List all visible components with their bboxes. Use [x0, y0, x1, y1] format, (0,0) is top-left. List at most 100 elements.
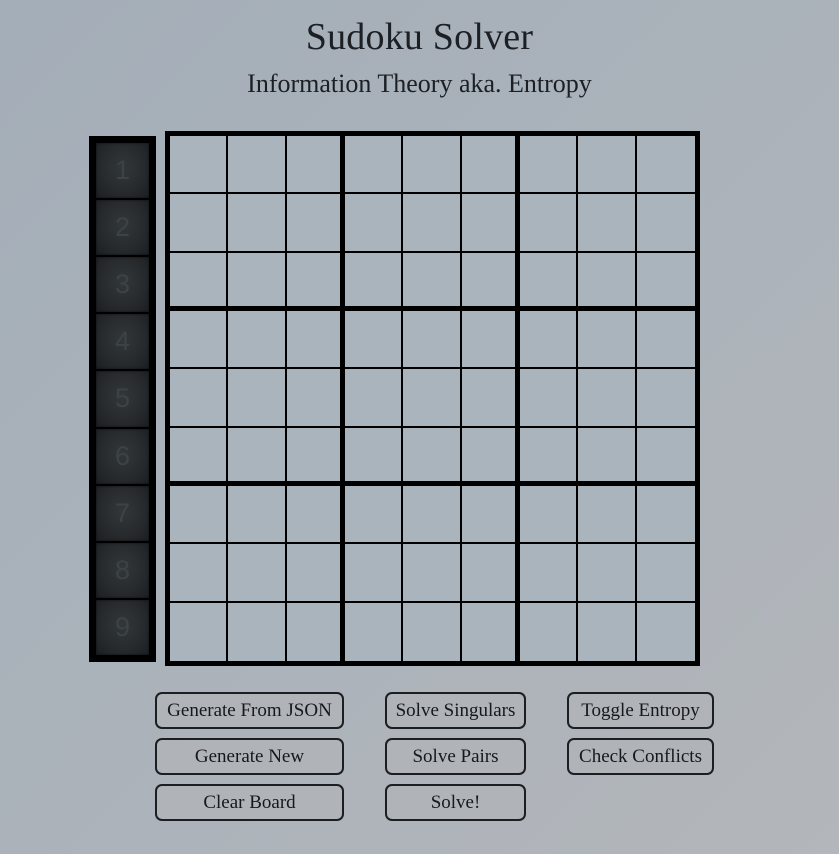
- digit-palette[interactable]: 123456789: [89, 136, 156, 662]
- board-cell[interactable]: [519, 310, 579, 370]
- board-cell[interactable]: [578, 602, 637, 661]
- board-cell[interactable]: [344, 136, 404, 195]
- board-cell[interactable]: [403, 252, 462, 311]
- board-cell[interactable]: [519, 602, 579, 661]
- generate-from-json-button[interactable]: Generate From JSON: [155, 692, 344, 729]
- board-cell[interactable]: [403, 485, 462, 545]
- board-cell[interactable]: [286, 194, 345, 253]
- board-cell[interactable]: [519, 252, 579, 311]
- board-cell[interactable]: [403, 310, 462, 370]
- board-cell[interactable]: [636, 310, 695, 370]
- board-cell[interactable]: [170, 602, 229, 661]
- board-cell[interactable]: [170, 194, 229, 253]
- board-cell[interactable]: [286, 602, 345, 661]
- board-cell[interactable]: [344, 310, 404, 370]
- digit-palette-cell-8[interactable]: 8: [96, 542, 149, 598]
- board-cell[interactable]: [578, 427, 637, 486]
- board-cell[interactable]: [286, 310, 345, 370]
- board-cell[interactable]: [344, 194, 404, 253]
- board-cell[interactable]: [461, 194, 520, 253]
- board-cell[interactable]: [228, 252, 287, 311]
- board-cell[interactable]: [228, 310, 287, 370]
- clear-board-button[interactable]: Clear Board: [155, 784, 344, 821]
- board-cell[interactable]: [286, 369, 345, 428]
- board-cell[interactable]: [519, 369, 579, 428]
- board-cell[interactable]: [578, 252, 637, 311]
- board-cell[interactable]: [170, 427, 229, 486]
- digit-palette-cell-3[interactable]: 3: [96, 257, 149, 313]
- board-cell[interactable]: [519, 485, 579, 545]
- board-cell[interactable]: [461, 544, 520, 603]
- board-cell[interactable]: [519, 194, 579, 253]
- board-cell[interactable]: [578, 310, 637, 370]
- digit-palette-cell-9[interactable]: 9: [96, 599, 149, 655]
- solve-singulars-button[interactable]: Solve Singulars: [385, 692, 526, 729]
- board-cell[interactable]: [461, 427, 520, 486]
- solve-button[interactable]: Solve!: [385, 784, 526, 821]
- board-cell[interactable]: [228, 136, 287, 195]
- board-cell[interactable]: [286, 252, 345, 311]
- board-cell[interactable]: [636, 427, 695, 486]
- board-cell[interactable]: [461, 136, 520, 195]
- board-cell[interactable]: [344, 544, 404, 603]
- board-cell[interactable]: [170, 544, 229, 603]
- board-cell[interactable]: [403, 369, 462, 428]
- board-cell[interactable]: [636, 369, 695, 428]
- board-cell[interactable]: [170, 136, 229, 195]
- board-cell[interactable]: [170, 252, 229, 311]
- toggle-entropy-button[interactable]: Toggle Entropy: [567, 692, 714, 729]
- board-cell[interactable]: [636, 602, 695, 661]
- board-cell[interactable]: [403, 544, 462, 603]
- board-cell[interactable]: [519, 544, 579, 603]
- board-cell[interactable]: [461, 369, 520, 428]
- board-cell[interactable]: [170, 310, 229, 370]
- board-cell[interactable]: [578, 485, 637, 545]
- solve-pairs-button[interactable]: Solve Pairs: [385, 738, 526, 775]
- board-cell[interactable]: [170, 369, 229, 428]
- board-cell[interactable]: [403, 602, 462, 661]
- board-cell[interactable]: [636, 136, 695, 195]
- board-cell[interactable]: [286, 485, 345, 545]
- board-cell[interactable]: [578, 136, 637, 195]
- board-cell[interactable]: [228, 194, 287, 253]
- board-cell[interactable]: [403, 427, 462, 486]
- board-cell[interactable]: [636, 544, 695, 603]
- board-cell[interactable]: [344, 252, 404, 311]
- generate-new-button[interactable]: Generate New: [155, 738, 344, 775]
- board-cell[interactable]: [286, 544, 345, 603]
- board-cell[interactable]: [170, 485, 229, 545]
- board-cell[interactable]: [344, 369, 404, 428]
- board-cell[interactable]: [228, 544, 287, 603]
- board-cell[interactable]: [344, 602, 404, 661]
- board-cell[interactable]: [228, 369, 287, 428]
- digit-palette-cell-7[interactable]: 7: [96, 485, 149, 541]
- board-cell[interactable]: [636, 194, 695, 253]
- board-cell[interactable]: [228, 485, 287, 545]
- board-cell[interactable]: [461, 310, 520, 370]
- digit-palette-cell-5[interactable]: 5: [96, 371, 149, 427]
- board-cell[interactable]: [519, 427, 579, 486]
- sudoku-board[interactable]: [165, 131, 700, 666]
- board-cell[interactable]: [461, 252, 520, 311]
- board-cell[interactable]: [578, 369, 637, 428]
- digit-palette-cell-6[interactable]: 6: [96, 428, 149, 484]
- board-cell[interactable]: [403, 136, 462, 195]
- board-cell[interactable]: [344, 485, 404, 545]
- board-cell[interactable]: [636, 485, 695, 545]
- digit-palette-cell-4[interactable]: 4: [96, 314, 149, 370]
- board-cell[interactable]: [286, 136, 345, 195]
- board-cell[interactable]: [461, 602, 520, 661]
- digit-palette-cell-1[interactable]: 1: [96, 143, 149, 199]
- board-cell[interactable]: [286, 427, 345, 486]
- digit-palette-cell-2[interactable]: 2: [96, 200, 149, 256]
- board-cell[interactable]: [228, 602, 287, 661]
- board-cell[interactable]: [461, 485, 520, 545]
- board-cell[interactable]: [578, 544, 637, 603]
- board-cell[interactable]: [578, 194, 637, 253]
- board-cell[interactable]: [636, 252, 695, 311]
- board-cell[interactable]: [403, 194, 462, 253]
- board-cell[interactable]: [344, 427, 404, 486]
- board-cell[interactable]: [228, 427, 287, 486]
- check-conflicts-button[interactable]: Check Conflicts: [567, 738, 714, 775]
- board-cell[interactable]: [519, 136, 579, 195]
